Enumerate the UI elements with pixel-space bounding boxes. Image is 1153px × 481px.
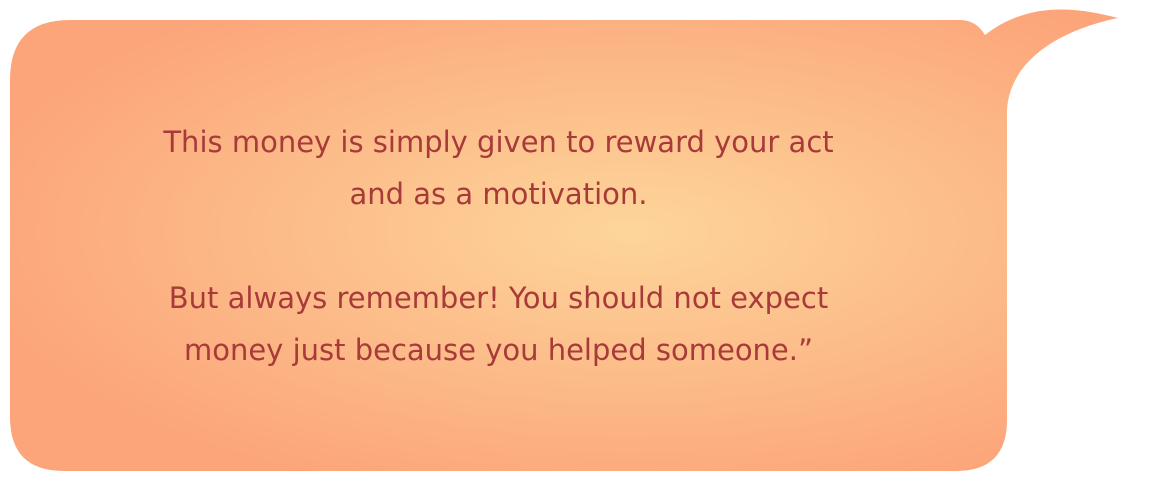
quote-paragraph-1: This money is simply given to reward you… [163, 124, 834, 211]
speech-bubble-graphic: This money is simply given to reward you… [0, 0, 1153, 481]
speech-bubble-text: This money is simply given to reward you… [10, 20, 1007, 471]
quote-paragraph-2: But always remember! You should not expe… [168, 280, 829, 367]
